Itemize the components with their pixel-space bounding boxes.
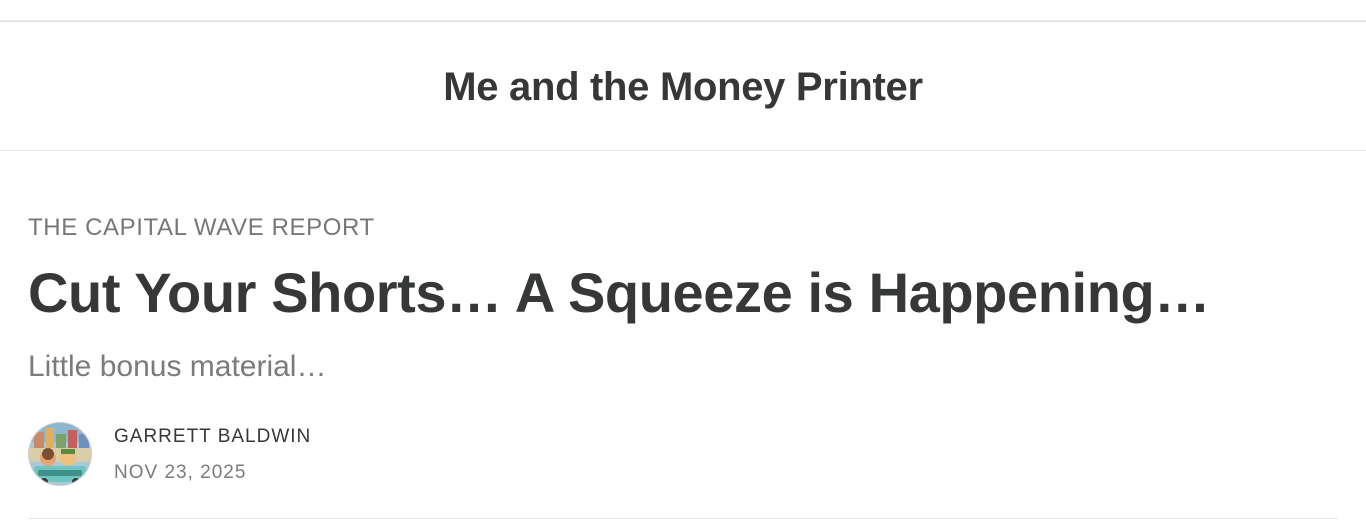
post-section-label[interactable]: THE CAPITAL WAVE REPORT [28,214,375,242]
author-avatar-illustration-icon [28,422,92,486]
byline: GARRETT BALDWIN NOV 23, 2025 [28,422,628,486]
bottom-divider [28,518,1338,519]
post-title: Cut Your Shorts… A Squeeze is Happening… [28,261,1210,324]
post-subtitle: Little bonus material… [28,350,327,383]
author-avatar[interactable] [28,422,92,486]
publication-title-link[interactable]: Me and the Money Printer [443,65,923,110]
post-date: NOV 23, 2025 [114,462,247,483]
author-name-link[interactable]: GARRETT BALDWIN [114,426,311,448]
masthead: Me and the Money Printer [0,22,1366,151]
